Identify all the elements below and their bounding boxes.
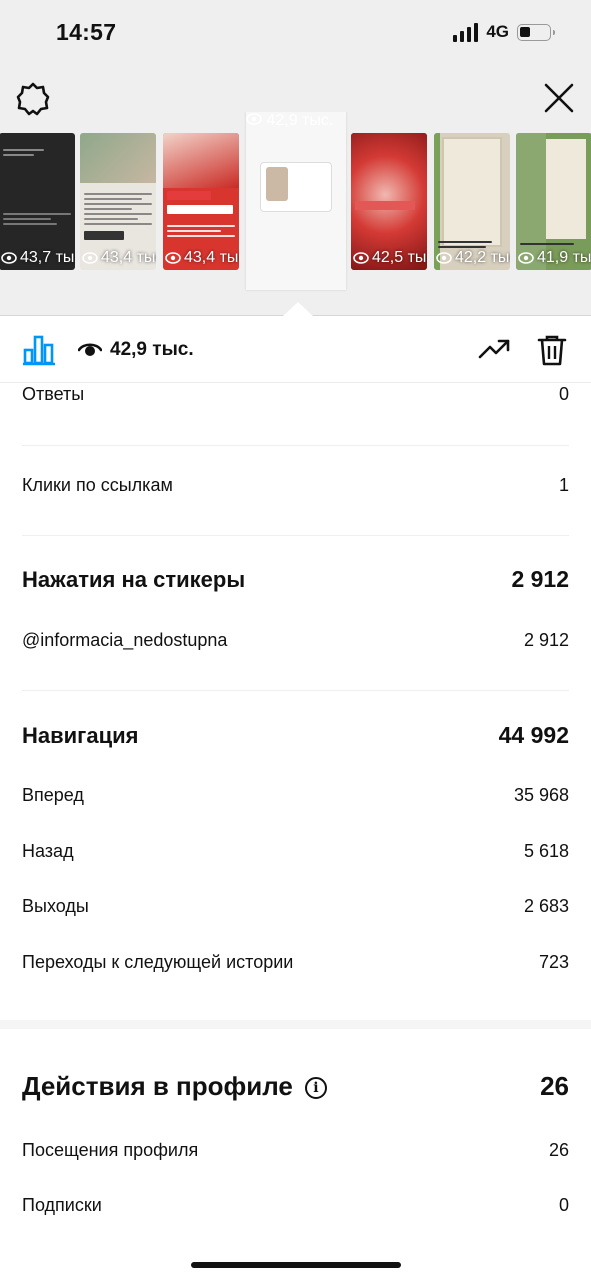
story-views: 42,5 тыс. [353, 249, 427, 267]
stat-value: 5 618 [523, 841, 569, 861]
stat-value: 0 [558, 1195, 569, 1215]
status-bar: 14:57 4G [0, 0, 591, 68]
stat-label: @informacia_nedostupna [22, 630, 228, 650]
stat-value: 2 683 [523, 896, 569, 916]
trend-button[interactable] [478, 337, 512, 366]
stat-answers: Ответы 0 [22, 384, 569, 405]
views-count: 42,9 тыс. [110, 339, 194, 360]
section-value: 44 992 [498, 722, 569, 748]
stat-value: 2 912 [523, 630, 569, 650]
signal-icon [453, 22, 479, 42]
insights-toolbar: 42,9 тыс. [0, 317, 591, 383]
section-title-wrap: Действия в профиле i [22, 1071, 327, 1102]
selected-indicator [283, 302, 313, 316]
stat-label: Клики по ссылкам [22, 475, 173, 495]
section-title: Нажатия на стикеры [22, 566, 246, 592]
stat-forward: Вперед 35 968 [22, 785, 569, 806]
battery-icon [517, 23, 555, 41]
stat-value: 26 [548, 1140, 569, 1160]
stat-profile-visits: Посещения профиля 26 [22, 1140, 569, 1161]
stat-label: Ответы [22, 384, 85, 404]
section-title: Навигация [22, 722, 139, 748]
views-icon-wrap [77, 341, 103, 364]
stat-label: Вперед [22, 785, 84, 805]
section-separator [0, 1020, 591, 1029]
stat-value: 1 [558, 475, 569, 495]
section-navigation: Навигация 44 992 [22, 722, 569, 749]
story-views: 43,7 тыс. [1, 249, 75, 267]
stat-exits: Выходы 2 683 [22, 896, 569, 917]
close-icon [544, 83, 574, 113]
status-indicators: 4G [453, 22, 555, 42]
divider [22, 535, 569, 536]
eye-icon [518, 252, 534, 264]
status-time: 14:57 [56, 19, 117, 45]
story-thumbnails: 43,7 тыс. 43,4 тыс. 43,4 тыс. 42,5 тыс. [0, 112, 591, 312]
divider [22, 445, 569, 446]
story-thumbnail[interactable]: 42,2 тыс. [434, 133, 510, 270]
stat-value: 0 [558, 384, 569, 404]
stat-label: Назад [22, 841, 74, 861]
story-thumbnail-selected[interactable]: 42,9 тыс. [246, 112, 346, 290]
story-thumbnail[interactable]: 43,4 тыс. [163, 133, 239, 270]
trash-icon [537, 335, 567, 366]
close-button[interactable] [541, 80, 577, 116]
stat-next-story: Переходы к следующей истории 723 [22, 952, 569, 973]
stat-label: Переходы к следующей истории [22, 952, 294, 972]
story-views: 42,9 тыс. [246, 112, 346, 130]
section-sticker-taps: Нажатия на стикеры 2 912 [22, 566, 569, 593]
network-label: 4G [486, 22, 509, 41]
stat-label: Выходы [22, 896, 89, 916]
section-value: 26 [540, 1071, 569, 1101]
story-thumbnail[interactable]: 41,9 тыс. [516, 133, 591, 270]
story-thumbnail[interactable]: 43,7 тыс. [0, 133, 75, 270]
bar-chart-icon [23, 335, 55, 366]
story-views: 43,4 тыс. [165, 249, 239, 267]
story-views: 41,9 тыс. [518, 249, 591, 267]
gear-icon [16, 82, 50, 116]
eye-icon [246, 113, 262, 125]
stat-link-clicks: Клики по ссылкам 1 [22, 475, 569, 496]
stat-back: Назад 5 618 [22, 841, 569, 862]
story-thumbnail[interactable]: 43,4 тыс. [80, 133, 156, 270]
home-indicator [191, 1262, 401, 1268]
story-views: 43,4 тыс. [82, 249, 156, 267]
stat-value: 35 968 [513, 785, 569, 805]
story-thumbnail[interactable]: 42,5 тыс. [351, 133, 427, 270]
insights-tab[interactable] [22, 334, 56, 371]
eye-icon [353, 252, 369, 264]
divider [22, 690, 569, 691]
stat-follows: Подписки 0 [22, 1195, 569, 1216]
eye-icon [77, 343, 103, 356]
stat-value: 723 [538, 952, 569, 972]
eye-icon [1, 252, 17, 264]
stat-label: Подписки [22, 1195, 102, 1215]
section-title: Действия в профиле [22, 1071, 293, 1101]
story-views: 42,2 тыс. [436, 249, 510, 267]
section-profile-actions: Действия в профиле i 26 [22, 1071, 569, 1102]
info-icon[interactable]: i [304, 1077, 327, 1100]
section-value: 2 912 [511, 566, 569, 592]
eye-icon [436, 252, 452, 264]
eye-icon [82, 252, 98, 264]
delete-button[interactable] [537, 334, 567, 371]
stat-label: Посещения профиля [22, 1140, 199, 1160]
eye-icon [165, 252, 181, 264]
trending-up-icon [478, 339, 510, 359]
stat-sticker-mention[interactable]: @informacia_nedostupna 2 912 [22, 630, 569, 651]
